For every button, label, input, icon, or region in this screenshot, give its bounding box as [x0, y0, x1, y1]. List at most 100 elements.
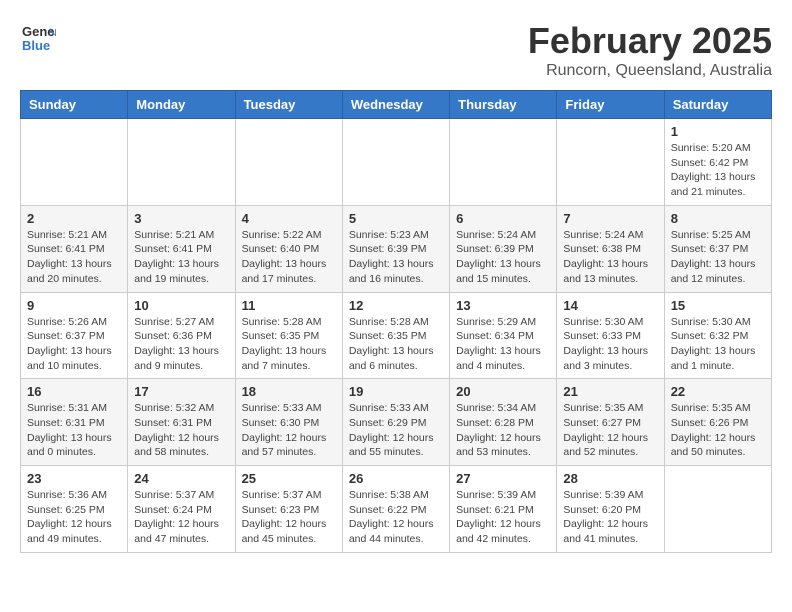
header: General Blue February 2025 Runcorn, Quee… — [20, 20, 772, 80]
day-number: 16 — [27, 384, 121, 399]
calendar-cell: 5Sunrise: 5:23 AM Sunset: 6:39 PM Daylig… — [342, 205, 449, 292]
day-number: 12 — [349, 298, 443, 313]
calendar-subtitle: Runcorn, Queensland, Australia — [528, 62, 772, 80]
day-info: Sunrise: 5:33 AM Sunset: 6:30 PM Dayligh… — [242, 401, 336, 460]
calendar-cell: 26Sunrise: 5:38 AM Sunset: 6:22 PM Dayli… — [342, 466, 449, 553]
calendar-cell: 14 Sunrise: 5:30 AM Sunset: 6:33 PM Dayli… — [557, 292, 664, 379]
calendar-header-row: SundayMondayTuesdayWednesdayThursdayFrid… — [21, 91, 772, 119]
calendar-cell: 28 Sunrise: 5:39 AM Sunset: 6:20 PM Dayli… — [557, 466, 664, 553]
header-cell-friday: Friday — [557, 91, 664, 119]
header-cell-tuesday: Tuesday — [235, 91, 342, 119]
calendar-cell: 20Sunrise: 5:34 AM Sunset: 6:28 PM Dayli… — [450, 379, 557, 466]
calendar-cell: 13 Sunrise: 5:29 AM Sunset: 6:34 PM Dayli… — [450, 292, 557, 379]
day-number: 19 — [349, 384, 443, 399]
calendar-cell: 17 Sunrise: 5:32 AM Sunset: 6:31 PM Dayli… — [128, 379, 235, 466]
week-row-1: 2 Sunrise: 5:21 AM Sunset: 6:41 PM Daylig… — [21, 205, 772, 292]
calendar-cell — [128, 119, 235, 206]
calendar-cell: 7 Sunrise: 5:24 AM Sunset: 6:38 PM Daylig… — [557, 205, 664, 292]
day-number: 25 — [242, 471, 336, 486]
week-row-4: 23 Sunrise: 5:36 AM Sunset: 6:25 PM Dayli… — [21, 466, 772, 553]
week-row-3: 16Sunrise: 5:31 AM Sunset: 6:31 PM Dayli… — [21, 379, 772, 466]
day-number: 13 — [456, 298, 550, 313]
calendar-cell: 10 Sunrise: 5:27 AM Sunset: 6:36 PM Dayli… — [128, 292, 235, 379]
day-number: 8 — [671, 211, 765, 226]
day-number: 10 — [134, 298, 228, 313]
day-number: 7 — [563, 211, 657, 226]
day-info: Sunrise: 5:37 AM Sunset: 6:23 PM Dayligh… — [242, 488, 336, 547]
day-number: 1 — [671, 124, 765, 139]
calendar-cell: 22Sunrise: 5:35 AM Sunset: 6:26 PM Dayli… — [664, 379, 771, 466]
calendar-cell: 11 Sunrise: 5:28 AM Sunset: 6:35 PM Dayli… — [235, 292, 342, 379]
calendar-title: February 2025 — [528, 20, 772, 62]
day-number: 28 — [563, 471, 657, 486]
day-info: Sunrise: 5:33 AM Sunset: 6:29 PM Dayligh… — [349, 401, 443, 460]
day-info: Sunrise: 5:36 AM Sunset: 6:25 PM Dayligh… — [27, 488, 121, 547]
day-number: 26 — [349, 471, 443, 486]
day-info: Sunrise: 5:21 AM Sunset: 6:41 PM Dayligh… — [27, 228, 121, 287]
day-number: 11 — [242, 298, 336, 313]
calendar-cell — [450, 119, 557, 206]
day-info: Sunrise: 5:35 AM Sunset: 6:27 PM Dayligh… — [563, 401, 657, 460]
day-info: Sunrise: 5:39 AM Sunset: 6:20 PM Dayligh… — [563, 488, 657, 547]
header-cell-sunday: Sunday — [21, 91, 128, 119]
calendar-cell: 1 Sunrise: 5:20 AM Sunset: 6:42 PM Daylig… — [664, 119, 771, 206]
week-row-2: 9 Sunrise: 5:26 AM Sunset: 6:37 PM Daylig… — [21, 292, 772, 379]
day-info: Sunrise: 5:26 AM Sunset: 6:37 PM Dayligh… — [27, 315, 121, 374]
week-row-0: 1 Sunrise: 5:20 AM Sunset: 6:42 PM Daylig… — [21, 119, 772, 206]
day-info: Sunrise: 5:30 AM Sunset: 6:32 PM Dayligh… — [671, 315, 765, 374]
calendar-cell — [557, 119, 664, 206]
day-number: 9 — [27, 298, 121, 313]
calendar-cell: 2 Sunrise: 5:21 AM Sunset: 6:41 PM Daylig… — [21, 205, 128, 292]
calendar-cell: 24 Sunrise: 5:37 AM Sunset: 6:24 PM Dayli… — [128, 466, 235, 553]
day-info: Sunrise: 5:23 AM Sunset: 6:39 PM Dayligh… — [349, 228, 443, 287]
calendar-cell: 19 Sunrise: 5:33 AM Sunset: 6:29 PM Dayli… — [342, 379, 449, 466]
calendar-cell: 4 Sunrise: 5:22 AM Sunset: 6:40 PM Daylig… — [235, 205, 342, 292]
day-info: Sunrise: 5:30 AM Sunset: 6:33 PM Dayligh… — [563, 315, 657, 374]
day-info: Sunrise: 5:25 AM Sunset: 6:37 PM Dayligh… — [671, 228, 765, 287]
day-number: 22 — [671, 384, 765, 399]
calendar-cell: 23 Sunrise: 5:36 AM Sunset: 6:25 PM Dayli… — [21, 466, 128, 553]
calendar-cell: 18Sunrise: 5:33 AM Sunset: 6:30 PM Dayli… — [235, 379, 342, 466]
day-number: 20 — [456, 384, 550, 399]
calendar-cell: 8 Sunrise: 5:25 AM Sunset: 6:37 PM Daylig… — [664, 205, 771, 292]
day-info: Sunrise: 5:27 AM Sunset: 6:36 PM Dayligh… — [134, 315, 228, 374]
day-number: 27 — [456, 471, 550, 486]
header-cell-thursday: Thursday — [450, 91, 557, 119]
day-info: Sunrise: 5:22 AM Sunset: 6:40 PM Dayligh… — [242, 228, 336, 287]
day-info: Sunrise: 5:37 AM Sunset: 6:24 PM Dayligh… — [134, 488, 228, 547]
calendar-cell — [21, 119, 128, 206]
calendar-body: 1 Sunrise: 5:20 AM Sunset: 6:42 PM Daylig… — [21, 119, 772, 553]
day-number: 15 — [671, 298, 765, 313]
day-info: Sunrise: 5:20 AM Sunset: 6:42 PM Dayligh… — [671, 141, 765, 200]
calendar-cell: 16Sunrise: 5:31 AM Sunset: 6:31 PM Dayli… — [21, 379, 128, 466]
day-info: Sunrise: 5:29 AM Sunset: 6:34 PM Dayligh… — [456, 315, 550, 374]
day-number: 2 — [27, 211, 121, 226]
calendar-table: SundayMondayTuesdayWednesdayThursdayFrid… — [20, 90, 772, 553]
calendar-cell: 12 Sunrise: 5:28 AM Sunset: 6:35 PM Dayli… — [342, 292, 449, 379]
day-info: Sunrise: 5:28 AM Sunset: 6:35 PM Dayligh… — [242, 315, 336, 374]
logo: General Blue — [20, 20, 56, 61]
day-info: Sunrise: 5:24 AM Sunset: 6:39 PM Dayligh… — [456, 228, 550, 287]
calendar-cell: 6 Sunrise: 5:24 AM Sunset: 6:39 PM Daylig… — [450, 205, 557, 292]
header-cell-saturday: Saturday — [664, 91, 771, 119]
day-number: 6 — [456, 211, 550, 226]
day-number: 23 — [27, 471, 121, 486]
calendar-cell: 3Sunrise: 5:21 AM Sunset: 6:41 PM Daylig… — [128, 205, 235, 292]
day-number: 14 — [563, 298, 657, 313]
day-info: Sunrise: 5:32 AM Sunset: 6:31 PM Dayligh… — [134, 401, 228, 460]
day-number: 3 — [134, 211, 228, 226]
day-info: Sunrise: 5:24 AM Sunset: 6:38 PM Dayligh… — [563, 228, 657, 287]
day-info: Sunrise: 5:28 AM Sunset: 6:35 PM Dayligh… — [349, 315, 443, 374]
header-cell-wednesday: Wednesday — [342, 91, 449, 119]
calendar-cell — [664, 466, 771, 553]
day-number: 21 — [563, 384, 657, 399]
logo-icon: General Blue — [20, 20, 56, 61]
calendar-cell: 27Sunrise: 5:39 AM Sunset: 6:21 PM Dayli… — [450, 466, 557, 553]
calendar-cell: 9 Sunrise: 5:26 AM Sunset: 6:37 PM Daylig… — [21, 292, 128, 379]
calendar-cell: 25 Sunrise: 5:37 AM Sunset: 6:23 PM Dayli… — [235, 466, 342, 553]
day-number: 24 — [134, 471, 228, 486]
svg-text:Blue: Blue — [22, 38, 50, 53]
day-number: 4 — [242, 211, 336, 226]
day-number: 17 — [134, 384, 228, 399]
header-cell-monday: Monday — [128, 91, 235, 119]
